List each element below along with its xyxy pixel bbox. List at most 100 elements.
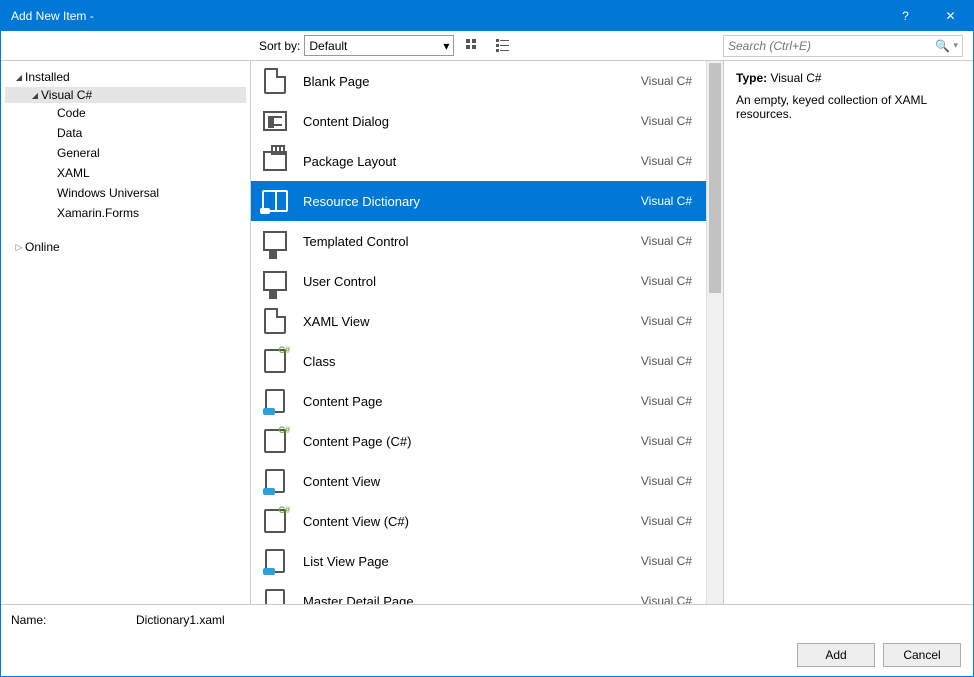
tree-node-online[interactable]: Online	[5, 239, 246, 255]
template-item[interactable]: User ControlVisual C#	[251, 261, 706, 301]
template-item[interactable]: Package LayoutVisual C#	[251, 141, 706, 181]
scrollbar[interactable]	[706, 61, 723, 604]
template-item[interactable]: Content View (C#)Visual C#	[251, 501, 706, 541]
template-name: Blank Page	[303, 74, 641, 89]
view-medium-icons-button[interactable]	[462, 35, 484, 57]
template-item[interactable]: Templated ControlVisual C#	[251, 221, 706, 261]
cs-icon	[261, 507, 289, 535]
docblue-icon	[261, 547, 289, 575]
tree-node-child[interactable]: Windows Universal	[5, 185, 246, 201]
tree-node-child[interactable]: General	[5, 145, 246, 161]
toolbar: Sort by: Default ▾ 🔍 ▾	[1, 31, 973, 61]
template-item[interactable]: Resource DictionaryVisual C#	[251, 181, 706, 221]
template-name: Content View	[303, 474, 641, 489]
template-item[interactable]: ClassVisual C#	[251, 341, 706, 381]
template-name: Class	[303, 354, 641, 369]
template-item[interactable]: XAML ViewVisual C#	[251, 301, 706, 341]
template-item[interactable]: Content Page (C#)Visual C#	[251, 421, 706, 461]
description-pane: Type: Visual C# An empty, keyed collecti…	[723, 61, 973, 604]
category-tree: Installed Visual C# Code Data General XAML W…	[1, 61, 251, 604]
sort-by-combo[interactable]: Default ▾	[304, 35, 454, 56]
tree-node-child[interactable]: XAML	[5, 165, 246, 181]
template-name: Master Detail Page	[303, 594, 641, 605]
tree-node-visual-csharp[interactable]: Visual C#	[5, 87, 246, 103]
view-small-icons-button[interactable]	[492, 35, 514, 57]
template-item[interactable]: List View PageVisual C#	[251, 541, 706, 581]
tree-label: Data	[57, 126, 82, 140]
docblue-icon	[261, 387, 289, 415]
template-name: Content View (C#)	[303, 514, 641, 529]
template-name: Content Dialog	[303, 114, 641, 129]
template-language: Visual C#	[641, 154, 692, 168]
search-box[interactable]: 🔍 ▾	[723, 35, 963, 57]
template-item[interactable]: Content PageVisual C#	[251, 381, 706, 421]
template-item[interactable]: Blank PageVisual C#	[251, 61, 706, 101]
template-language: Visual C#	[641, 594, 692, 604]
cs-icon	[261, 347, 289, 375]
name-row: Name:	[1, 604, 973, 634]
cs-icon	[261, 427, 289, 455]
template-item[interactable]: Master Detail PageVisual C#	[251, 581, 706, 604]
template-language: Visual C#	[641, 234, 692, 248]
name-input[interactable]	[131, 610, 963, 630]
window-title: Add New Item -	[11, 9, 883, 23]
template-name: Content Page (C#)	[303, 434, 641, 449]
docblue-icon	[261, 467, 289, 495]
template-language: Visual C#	[641, 434, 692, 448]
tree-label: Xamarin.Forms	[57, 206, 139, 220]
template-list[interactable]: Blank PageVisual C#Content DialogVisual …	[251, 61, 706, 604]
tree-node-child[interactable]: Xamarin.Forms	[5, 205, 246, 221]
tree-node-child[interactable]: Code	[5, 105, 246, 121]
tree-label: Installed	[25, 70, 70, 84]
add-button[interactable]: Add	[797, 643, 875, 667]
footer: Add Cancel	[1, 634, 973, 676]
search-input[interactable]	[728, 39, 933, 53]
template-name: XAML View	[303, 314, 641, 329]
template-language: Visual C#	[641, 554, 692, 568]
template-language: Visual C#	[641, 354, 692, 368]
box-icon	[261, 107, 289, 135]
caret-icon	[13, 242, 25, 253]
sort-by-label: Sort by:	[259, 39, 300, 53]
ctrl-icon	[261, 267, 289, 295]
template-language: Visual C#	[641, 74, 692, 88]
close-icon: ✕	[945, 9, 955, 23]
template-language: Visual C#	[641, 194, 692, 208]
cancel-button[interactable]: Cancel	[883, 643, 961, 667]
tree-label: Windows Universal	[57, 186, 159, 200]
type-value: Visual C#	[770, 71, 821, 85]
help-icon: ?	[902, 9, 909, 23]
template-language: Visual C#	[641, 314, 692, 328]
doc-icon	[261, 67, 289, 95]
tree-node-installed[interactable]: Installed	[5, 69, 246, 85]
content: Installed Visual C# Code Data General XAML W…	[1, 61, 973, 604]
ctrl-icon	[261, 227, 289, 255]
template-name: List View Page	[303, 554, 641, 569]
template-item[interactable]: Content ViewVisual C#	[251, 461, 706, 501]
scrollbar-thumb[interactable]	[709, 63, 721, 293]
search-dropdown-icon[interactable]: ▾	[953, 40, 958, 51]
template-language: Visual C#	[641, 274, 692, 288]
tree-label: Online	[25, 240, 60, 254]
template-name: Package Layout	[303, 154, 641, 169]
description-text: An empty, keyed collection of XAML resou…	[736, 93, 961, 121]
doc-icon	[261, 307, 289, 335]
docblue-icon	[261, 587, 289, 604]
tree-label: General	[57, 146, 100, 160]
search-icon[interactable]: 🔍	[933, 39, 951, 53]
template-name: User Control	[303, 274, 641, 289]
chevron-down-icon: ▾	[443, 39, 449, 53]
caret-icon	[13, 72, 25, 82]
template-name: Resource Dictionary	[303, 194, 641, 209]
close-button[interactable]: ✕	[928, 1, 973, 31]
template-name: Templated Control	[303, 234, 641, 249]
grid-icon	[465, 38, 481, 54]
template-language: Visual C#	[641, 114, 692, 128]
template-list-pane: Blank PageVisual C#Content DialogVisual …	[251, 61, 723, 604]
sort-by-value: Default	[309, 39, 347, 53]
tree-node-child[interactable]: Data	[5, 125, 246, 141]
template-item[interactable]: Content DialogVisual C#	[251, 101, 706, 141]
layout-icon	[261, 147, 289, 175]
help-button[interactable]: ?	[883, 1, 928, 31]
type-label: Type:	[736, 71, 767, 85]
